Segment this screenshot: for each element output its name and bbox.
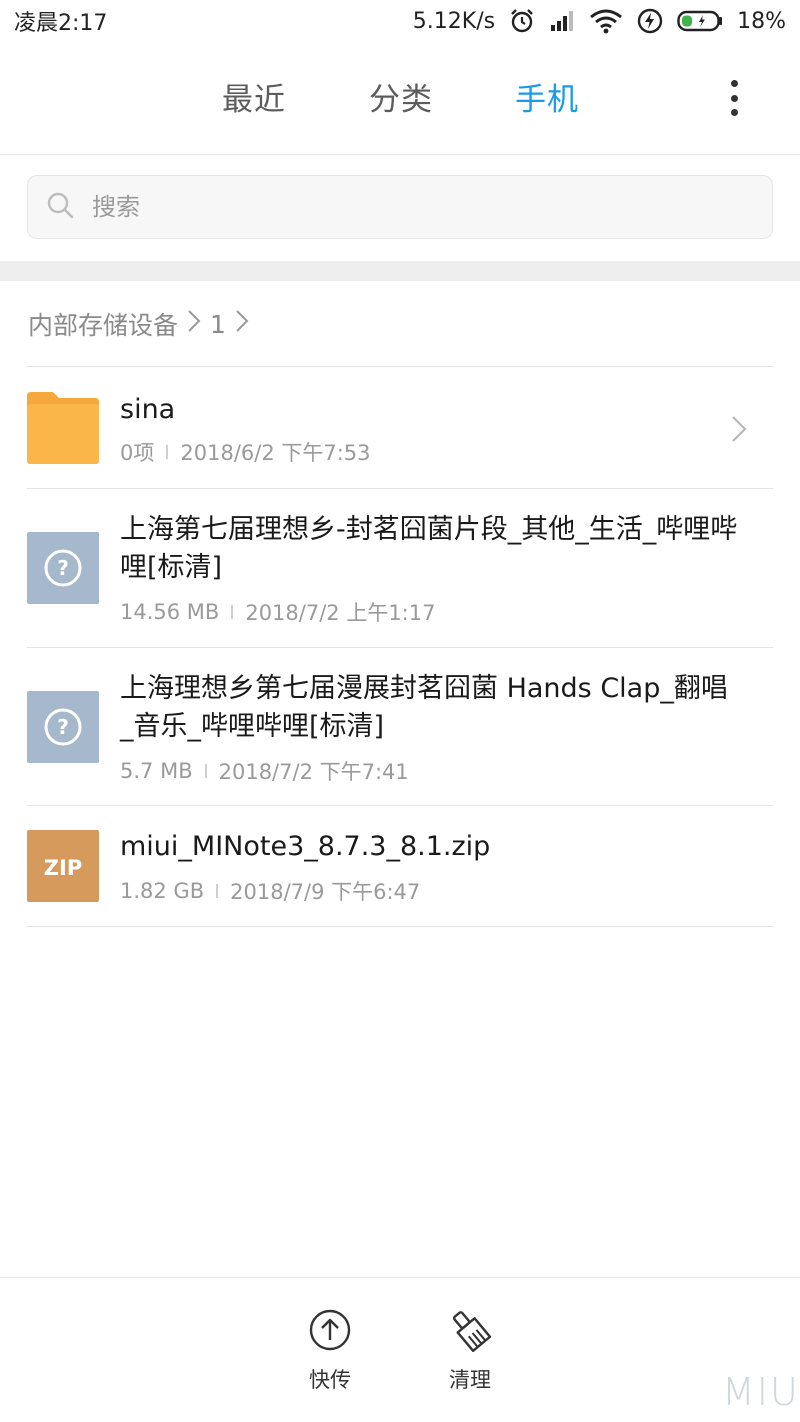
net-speed: 5.12K/s [412,8,496,34]
file-row-zip[interactable]: ZIP miui_MINote3_8.7.3_8.1.zip 1.82 GB 2… [0,806,800,926]
status-bar: 凌晨2:17 5.12K/s 18% [0,0,800,42]
more-dot-icon [730,109,738,116]
upload-arrow-icon [308,1308,352,1356]
status-icons: 5.12K/s 18% [413,8,786,34]
meta-separator [216,884,219,898]
search-icon [46,191,74,223]
file-name: 上海第七届理想乡-封茗囧菌片段_其他_生活_哔哩哔哩[标清] [120,514,738,583]
breadcrumb-current[interactable]: 1 [210,310,226,339]
meta-separator [204,764,207,778]
tab-phone[interactable]: 手机 [515,74,579,119]
file-size: 14.56 MB [120,600,220,624]
chevron-right-icon [186,307,202,341]
file-meta: 0项 2018/6/2 下午7:53 [120,437,371,467]
meta-separator [166,445,169,459]
more-dot-icon [730,80,738,87]
file-row-folder[interactable]: sina 0项 2018/6/2 下午7:53 [0,367,800,488]
section-spacer [0,261,800,281]
file-date: 2018/6/2 下午7:53 [180,441,371,465]
folder-icon [27,392,99,464]
wifi-icon [589,8,623,34]
battery-icon [677,9,723,33]
file-meta: 1.82 GB 2018/7/9 下午6:47 [120,876,420,906]
file-name: miui_MINote3_8.7.3_8.1.zip [120,831,491,862]
quick-transfer-label: 快传 [309,1368,351,1392]
zip-file-icon: ZIP [27,830,99,902]
alarm-icon [509,8,535,34]
file-row-unknown[interactable]: ? 上海理想乡第七届漫展封茗囧菌 Hands Clap_翻唱_音乐_哔哩哔哩[标… [0,648,800,806]
file-date: 2018/7/2 上午1:17 [245,601,436,625]
file-size: 0项 [120,441,155,465]
more-options-button[interactable] [718,76,750,120]
svg-text:?: ? [57,715,69,739]
file-date: 2018/7/2 下午7:41 [218,760,409,784]
search-box[interactable] [27,175,773,239]
status-time: 凌晨2:17 [14,11,108,36]
file-meta: 14.56 MB 2018/7/2 上午1:17 [120,597,435,627]
list-divider [27,926,773,927]
file-size: 1.82 GB [120,879,205,903]
miui-watermark: MIUI [722,1370,800,1414]
tab-divider [0,154,800,155]
more-dot-icon [730,94,738,102]
tab-category[interactable]: 分类 [369,74,433,119]
unknown-file-icon: ? [27,691,99,763]
battery-percent: 18% [737,8,786,34]
search-input[interactable] [92,193,692,221]
file-name: 上海理想乡第七届漫展封茗囧菌 Hands Clap_翻唱_音乐_哔哩哔哩[标清] [120,673,728,742]
svg-text:?: ? [57,556,69,580]
file-date: 2018/7/9 下午6:47 [230,880,421,904]
file-name: sina [120,394,176,425]
tab-recent[interactable]: 最近 [222,74,286,119]
unknown-file-icon: ? [27,532,99,604]
tab-bar: 最近 分类 手机 [0,52,800,144]
file-size: 5.7 MB [120,759,193,783]
charging-icon [637,8,663,34]
meta-separator [231,605,234,619]
chevron-right-icon [730,414,748,448]
quick-transfer-button[interactable]: 快传 [290,1308,370,1394]
file-meta: 5.7 MB 2018/7/2 下午7:41 [120,756,409,786]
zip-icon-label: ZIP [44,856,82,880]
broom-icon [448,1308,492,1356]
clean-button[interactable]: 清理 [430,1308,510,1394]
signal-icon [549,9,575,33]
clean-label: 清理 [449,1368,491,1392]
bottom-divider [0,1277,800,1278]
breadcrumb: 内部存储设备 1 [28,304,258,344]
chevron-right-icon [234,307,250,341]
breadcrumb-root[interactable]: 内部存储设备 [28,306,178,342]
file-row-unknown[interactable]: ? 上海第七届理想乡-封茗囧菌片段_其他_生活_哔哩哔哩[标清] 14.56 M… [0,489,800,647]
